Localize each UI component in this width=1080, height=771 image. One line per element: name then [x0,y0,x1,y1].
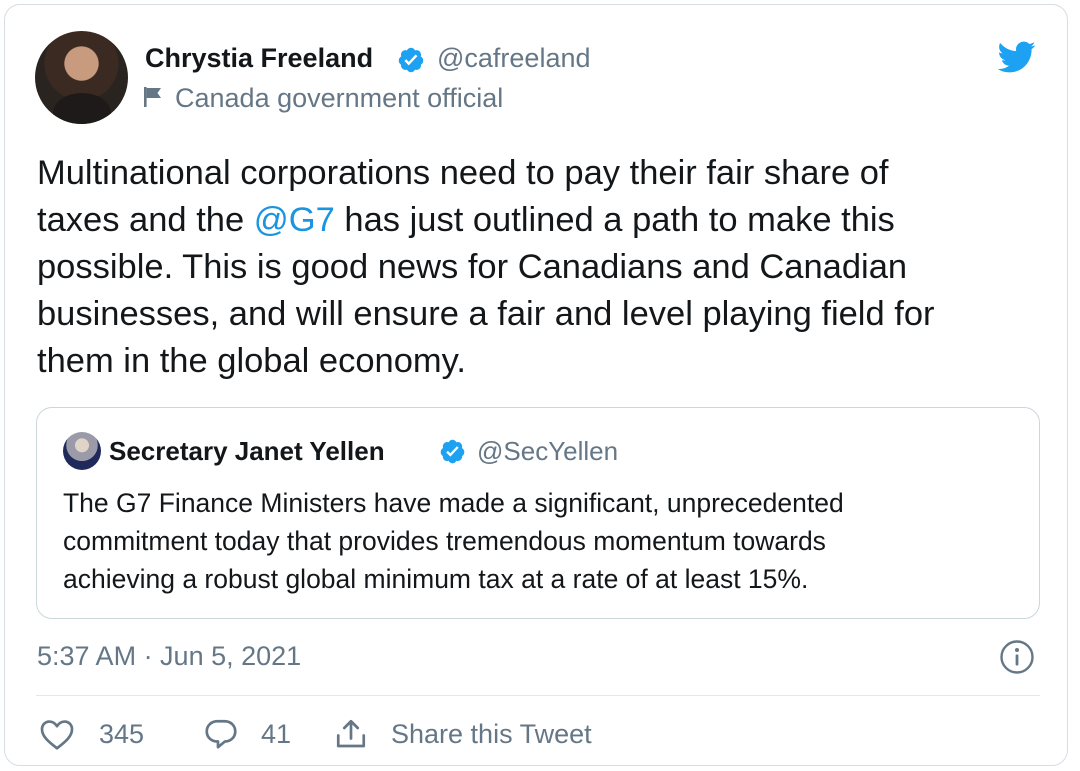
verified-badge-icon [398,47,424,73]
mention-link[interactable]: @G7 [254,201,335,239]
government-label[interactable]: Canada government official [175,83,503,114]
author-handle[interactable]: @cafreeland [437,43,591,74]
quoted-author-avatar [63,432,101,470]
reply-bubble-icon [205,719,237,749]
flag-icon [144,87,161,107]
like-count: 345 [99,719,145,749]
tweet-text-line: possible. This is good news for Canadian… [37,248,908,286]
quoted-text-line: achieving a robust global minimum tax at… [63,564,809,594]
tweet-text-line: taxes and the @G7 has just outlined a pa… [37,201,895,239]
reply-count: 41 [261,719,292,749]
tweet-text: Multinational corporations need to pay t… [37,150,1047,385]
quoted-author-handle: @SecYellen [477,436,619,466]
quoted-tweet-text: The G7 Finance Ministers have made a sig… [63,484,1023,598]
quoted-tweet[interactable]: Secretary Janet Yellen @SecYellen The G7… [36,407,1040,619]
share-icon [336,719,366,748]
author-avatar[interactable] [35,31,128,124]
divider [36,695,1040,696]
quoted-author-name: Secretary Janet Yellen [109,436,385,466]
twitter-bird-icon[interactable] [993,37,1039,77]
tweet-text-line: them in the global economy. [37,342,466,380]
like-button[interactable]: 345 [39,713,159,757]
verified-badge-icon [440,439,465,464]
info-icon[interactable] [999,639,1035,675]
quoted-text-line: The G7 Finance Ministers have made a sig… [63,488,844,518]
tweet-text-line: businesses, and will ensure a fair and l… [37,295,935,333]
heart-icon [40,720,74,750]
quoted-text-line: commitment today that provides tremendou… [63,526,826,556]
tweet-card: Chrystia Freeland @cafreeland Canada gov… [4,4,1068,766]
tweet-timestamp[interactable]: 5:37 AM · Jun 5, 2021 [37,641,301,672]
author-name[interactable]: Chrystia Freeland [145,43,373,74]
tweet-text-line: Multinational corporations need to pay t… [37,154,889,192]
reply-button[interactable]: 41 [203,713,303,757]
share-button[interactable]: Share this Tweet [333,713,623,757]
share-label: Share this Tweet [391,719,592,749]
